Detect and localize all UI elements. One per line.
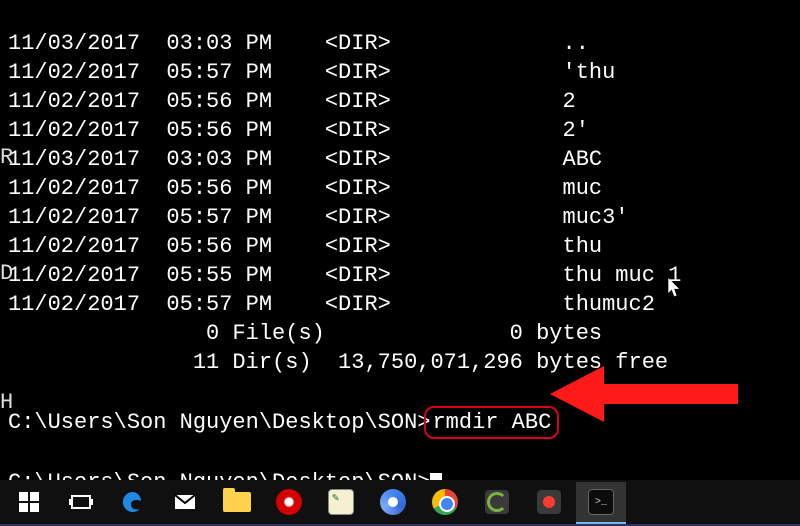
- camtasia-logo-icon: [485, 490, 509, 514]
- dir-row: 11/02/2017 05:56 PM <DIR> 2: [8, 89, 576, 114]
- command-text: rmdir ABC: [432, 410, 551, 435]
- dir-row: 11/02/2017 05:57 PM <DIR> 'thu: [8, 60, 615, 85]
- dir-row: 11/02/2017 05:56 PM <DIR> 2': [8, 118, 589, 143]
- notepadpp-icon[interactable]: ✎: [316, 482, 366, 524]
- recorder-icon[interactable]: [524, 482, 574, 524]
- dir-row: 11/02/2017 05:55 PM <DIR> thu muc 1: [8, 263, 681, 288]
- dir-row: 11/02/2017 05:56 PM <DIR> thu: [8, 234, 602, 259]
- chrome-logo-icon: [432, 489, 458, 515]
- camtasia-icon[interactable]: [472, 482, 522, 524]
- task-view-button[interactable]: [56, 482, 106, 524]
- cmd-icon: >_: [588, 489, 614, 515]
- garena-icon[interactable]: [264, 482, 314, 524]
- dir-row: 11/03/2017 03:03 PM <DIR> ..: [8, 31, 589, 56]
- summary-dirs: 11 Dir(s) 13,750,071,296 bytes free: [8, 350, 668, 375]
- command-highlight: rmdir ABC: [424, 406, 559, 439]
- terminal-output[interactable]: 11/03/2017 03:03 PM <DIR> .. 11/02/2017 …: [0, 0, 800, 480]
- garena-logo-icon: [276, 489, 302, 515]
- record-logo-icon: [537, 490, 561, 514]
- edge-glyph: D: [0, 261, 13, 286]
- chromium-icon[interactable]: [368, 482, 418, 524]
- prompt-line-1: C:\Users\Son Nguyen\Desktop\SON>rmdir AB…: [8, 410, 553, 435]
- mouse-cursor-icon: [668, 278, 682, 304]
- edge-glyph: H: [0, 390, 13, 415]
- start-button[interactable]: [4, 482, 54, 524]
- taskbar: ✎ >_: [0, 480, 800, 526]
- mail-icon[interactable]: [160, 482, 210, 524]
- cmd-taskbar-icon[interactable]: >_: [576, 482, 626, 524]
- edge-browser-icon[interactable]: [108, 482, 158, 524]
- dir-row: 11/02/2017 05:57 PM <DIR> muc3': [8, 205, 629, 230]
- prompt-path: C:\Users\Son Nguyen\Desktop\SON>: [8, 410, 430, 435]
- summary-files: 0 File(s) 0 bytes: [8, 321, 602, 346]
- chrome-icon[interactable]: [420, 482, 470, 524]
- dir-row: 11/03/2017 03:03 PM <DIR> ABC: [8, 147, 602, 172]
- dir-row: 11/02/2017 05:57 PM <DIR> thumuc2: [8, 292, 655, 317]
- dir-row: 11/02/2017 05:56 PM <DIR> muc: [8, 176, 602, 201]
- folder-icon: [223, 492, 251, 512]
- edge-glyph: R: [0, 145, 13, 170]
- notepad-icon: ✎: [328, 489, 354, 515]
- chromium-logo-icon: [380, 489, 406, 515]
- file-explorer-icon[interactable]: [212, 482, 262, 524]
